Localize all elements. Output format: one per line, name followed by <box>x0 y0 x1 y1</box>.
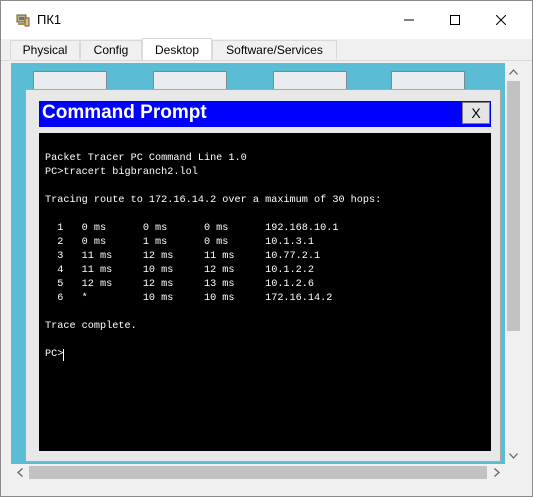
vertical-scroll-thumb[interactable] <box>507 81 520 331</box>
tab-physical[interactable]: Physical <box>10 40 80 59</box>
minimize-button[interactable] <box>386 1 432 39</box>
pc-icon <box>15 12 31 28</box>
tab-bar: Physical Config Desktop Software/Service… <box>1 38 532 61</box>
maximize-button[interactable] <box>432 1 478 39</box>
title-bar[interactable]: ПК1 <box>1 1 532 39</box>
scroll-up-button[interactable] <box>505 63 522 80</box>
tab-divider <box>1 60 532 61</box>
chevron-left-icon <box>16 468 23 477</box>
scroll-right-button[interactable] <box>488 464 505 481</box>
horizontal-scrollbar[interactable] <box>11 464 505 481</box>
terminal-text: Packet Tracer PC Command Line 1.0 PC>tra… <box>45 153 382 360</box>
command-prompt-title: Command Prompt <box>42 102 207 123</box>
pc1-window: ПК1 Physical Config Desktop Software/Ser… <box>0 0 533 497</box>
terminal-output[interactable]: Packet Tracer PC Command Line 1.0 PC>tra… <box>39 133 491 451</box>
minimize-icon <box>404 19 414 21</box>
tab-config[interactable]: Config <box>80 40 142 59</box>
vertical-scrollbar[interactable] <box>505 63 522 464</box>
tab-desktop[interactable]: Desktop <box>142 38 212 60</box>
command-prompt-window: Command Prompt X Packet Tracer PC Comman… <box>25 89 501 462</box>
command-prompt-titlebar[interactable]: Command Prompt <box>39 101 491 127</box>
close-button[interactable] <box>478 1 524 39</box>
chevron-down-icon <box>509 452 518 459</box>
maximize-icon <box>450 15 460 25</box>
command-prompt-close-button[interactable]: X <box>462 102 490 124</box>
text-cursor <box>63 349 65 361</box>
chevron-up-icon <box>509 68 518 75</box>
horizontal-scroll-thumb[interactable] <box>29 466 487 479</box>
window-title: ПК1 <box>37 12 62 27</box>
tab-software-services[interactable]: Software/Services <box>212 40 337 59</box>
close-icon <box>496 15 506 25</box>
scroll-left-button[interactable] <box>11 464 28 481</box>
scroll-down-button[interactable] <box>505 447 522 464</box>
chevron-right-icon <box>493 468 500 477</box>
